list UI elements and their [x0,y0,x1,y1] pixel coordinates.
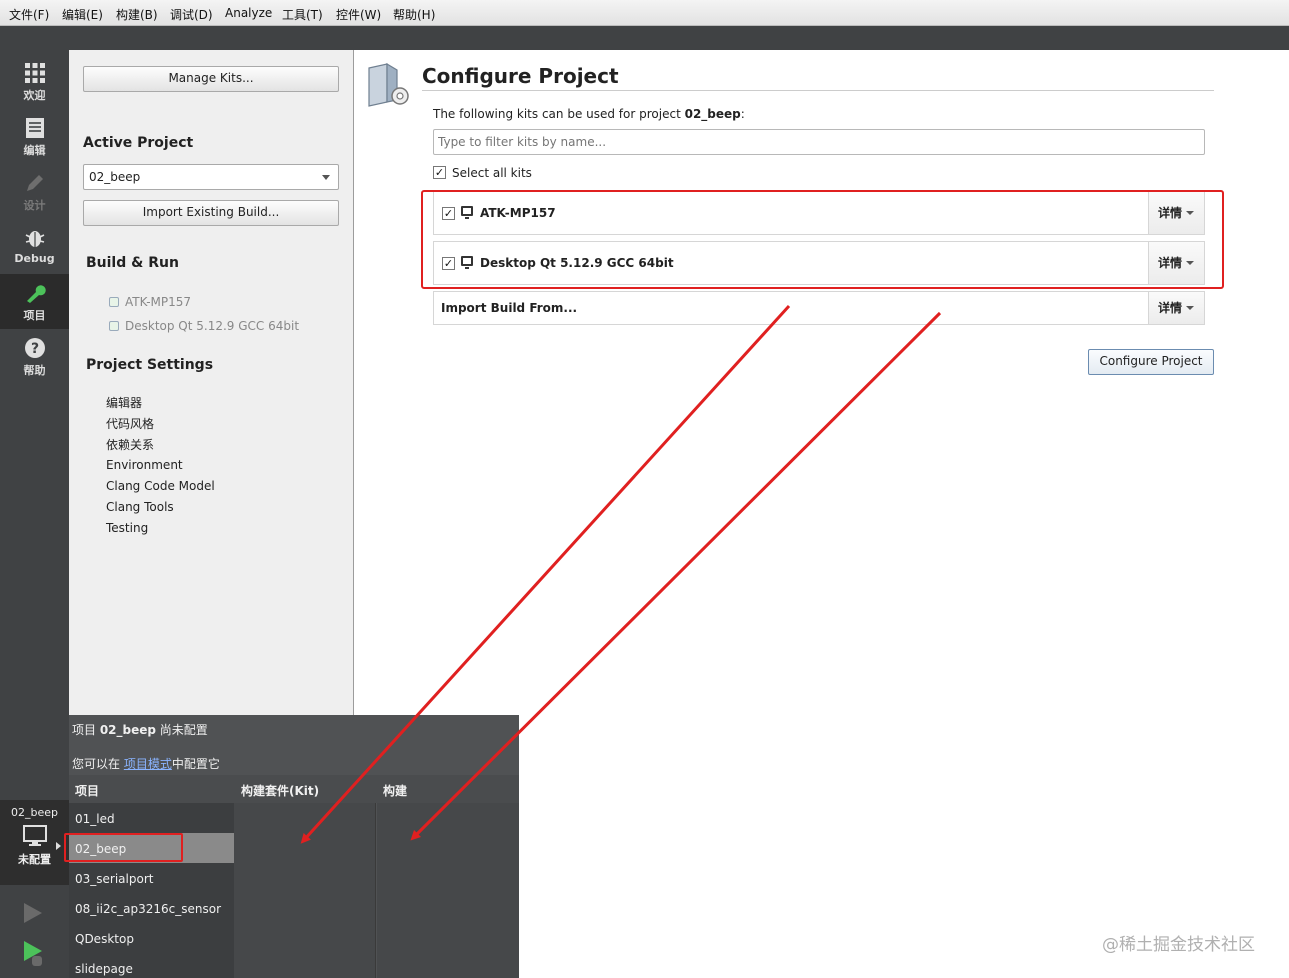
kit-add-icon [109,297,119,307]
wrench-icon [26,285,46,303]
mode-design[interactable]: 设计 [0,164,69,219]
kit-add-icon [109,321,119,331]
list-item[interactable]: 08_ii2c_ap3216c_sensor [75,902,221,916]
mode-debug[interactable]: Debug [0,219,69,274]
kits-highlight-box [421,190,1224,289]
manage-kits-button[interactable]: Manage Kits... [83,66,339,92]
chevron-down-icon [1186,306,1194,310]
title-divider [422,90,1214,91]
chevron-down-icon [322,175,330,180]
settings-item-code-style[interactable]: 代码风格 [106,415,154,432]
expand-arrow-icon [56,842,61,850]
settings-item-testing[interactable]: Testing [106,521,148,535]
project-list: 01_led 02_beep 03_serialport 08_ii2c_ap3… [64,803,234,978]
debug-run-icon[interactable] [20,938,46,968]
mode-projects[interactable]: 项目 [0,274,69,329]
mode-design-label: 设计 [23,199,46,212]
column-header-kit: 构建套件(Kit) [241,784,320,798]
build-kit-label: ATK-MP157 [125,295,192,309]
import-build-row: Import Build From... 详情 [433,291,1205,325]
selection-highlight-box [64,833,183,862]
menu-build[interactable]: 构建(B) [116,6,158,23]
document-icon [25,118,44,138]
help-icon: ? [24,338,45,358]
build-run-heading: Build & Run [86,255,179,271]
kits-description-project: 02_beep [684,107,741,121]
kits-description: The following kits can be used for proje… [433,107,745,121]
bug-icon [25,231,44,247]
mode-help-label: 帮助 [23,364,46,377]
list-item[interactable]: QDesktop [75,932,134,946]
settings-item-dependencies[interactable]: 依赖关系 [106,436,154,453]
kits-description-text: The following kits can be used for proje… [433,107,685,121]
configure-project-button[interactable]: Configure Project [1088,349,1214,375]
project-selector[interactable]: 02_beep 未配置 [0,800,69,885]
mode-projects-label: 项目 [23,309,46,322]
toolbar-strip [0,26,1289,50]
pencil-icon [26,175,43,191]
project-folder-icon [368,62,409,107]
select-all-label: Select all kits [452,166,532,180]
settings-item-editor[interactable]: 编辑器 [106,394,142,411]
menu-help[interactable]: 帮助(H) [393,6,435,23]
grid-icon [24,63,45,83]
popup-line1-suffix: 尚未配置 [155,723,208,737]
popup-hint-text: 您可以在 项目模式中配置它 [72,755,220,772]
build-kit-item[interactable]: ATK-MP157 [109,295,191,309]
settings-item-environment[interactable]: Environment [106,458,183,472]
selector-status: 未配置 [18,853,51,866]
settings-item-clang-tools[interactable]: Clang Tools [106,500,174,514]
popup-line2-prefix: 您可以在 [72,757,124,771]
build-column [377,803,519,978]
project-config-popup: 项目 02_beep 尚未配置 您可以在 项目模式中配置它 项目 构建套件(Ki… [64,715,519,978]
column-header-build: 构建 [383,784,408,798]
list-item[interactable]: 01_led [75,812,115,826]
project-settings-heading: Project Settings [86,357,214,373]
selector-project-name: 02_beep [11,806,58,819]
mode-debug-label: Debug [14,252,55,265]
run-icon[interactable] [20,900,46,926]
mode-edit[interactable]: 编辑 [0,109,69,164]
build-kit-label: Desktop Qt 5.12.9 GCC 64bit [125,319,300,333]
list-item[interactable]: slidepage [75,962,133,976]
svg-text:?: ? [30,341,38,357]
watermark: @稀土掘金技术社区 [1102,935,1255,955]
mode-welcome-label: 欢迎 [23,89,46,102]
column-header-project: 项目 [75,784,100,798]
menu-bar: 文件(F) 编辑(E) 构建(B) 调试(D) Analyze 工具(T) 控件… [0,0,1289,26]
popup-not-configured-text: 项目 02_beep 尚未配置 [72,721,208,738]
page-title: Configure Project [422,64,619,88]
kit-column [234,803,376,978]
menu-file[interactable]: 文件(F) [9,6,49,23]
details-button[interactable]: 详情 [1148,292,1204,324]
import-existing-build-button[interactable]: Import Existing Build... [83,200,339,226]
kit-filter-input[interactable] [433,129,1205,155]
kits-description-colon: : [740,107,745,121]
active-project-value: 02_beep [89,170,141,184]
menu-analyze[interactable]: Analyze [225,6,272,20]
menu-debug[interactable]: 调试(D) [170,6,213,23]
mode-welcome[interactable]: 欢迎 [0,54,69,109]
popup-line2-suffix: 中配置它 [171,757,220,771]
import-build-label: Import Build From... [441,301,578,315]
menu-edit[interactable]: 编辑(E) [62,6,103,23]
build-kit-item[interactable]: Desktop Qt 5.12.9 GCC 64bit [109,319,299,333]
menu-controls[interactable]: 控件(W) [336,6,381,23]
settings-item-clang-code-model[interactable]: Clang Code Model [106,479,215,493]
mode-help[interactable]: ? 帮助 [0,329,69,384]
details-label: 详情 [1158,301,1183,315]
popup-line1-project: 02_beep [99,723,156,737]
active-project-heading: Active Project [83,135,194,151]
popup-line1-prefix: 项目 [72,723,100,737]
list-item[interactable]: 03_serialport [75,872,153,886]
menu-tools[interactable]: 工具(T) [282,6,323,23]
active-project-combo[interactable]: 02_beep [83,164,339,190]
monitor-icon [22,825,47,846]
mode-edit-label: 编辑 [23,144,46,157]
select-all-checkbox[interactable]: ✓ [433,166,446,179]
project-mode-link[interactable]: 项目模式 [124,757,172,771]
